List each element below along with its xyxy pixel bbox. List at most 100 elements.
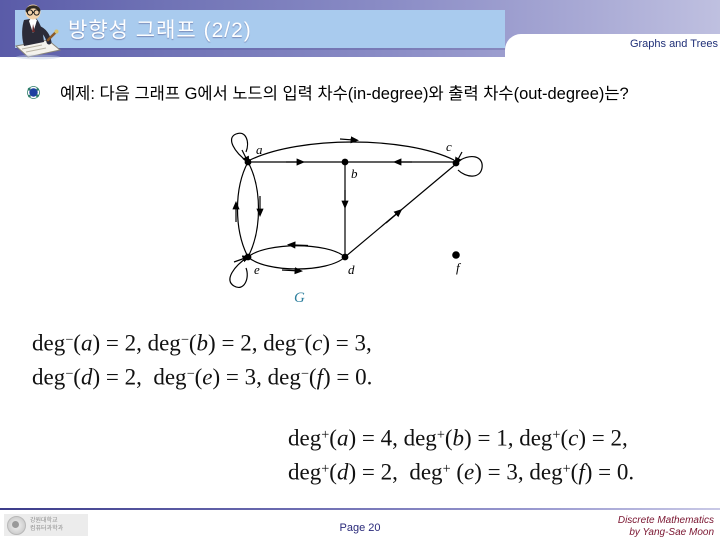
- indeg-b-arg: b: [196, 330, 209, 356]
- indeg-c-sup: −: [296, 332, 305, 348]
- presenter-writing-icon: [8, 2, 70, 60]
- outdeg-f-sep: .: [628, 459, 635, 485]
- indeg-f-fn: deg: [267, 364, 301, 390]
- out-degree-line-1: deg+(a) = 4, deg+(b) = 1, deg+(c) = 2,: [288, 425, 628, 451]
- outdeg-e-arg: e: [464, 459, 475, 485]
- footer-divider: [0, 508, 720, 510]
- indeg-a-sep: ,: [136, 330, 142, 356]
- outdeg-b-val: 1: [496, 425, 508, 451]
- outdeg-d-sep: ,: [392, 459, 398, 485]
- indeg-e-fn: deg: [153, 364, 187, 390]
- edge-d-to-c: [344, 163, 457, 258]
- outdeg-d-sup: +: [321, 460, 330, 477]
- course-credit: Discrete Mathematics by Yang-Sae Moon: [618, 515, 714, 539]
- indeg-c-val: 3: [354, 330, 367, 356]
- outdeg-b-eq: =: [477, 425, 491, 451]
- outdeg-e-val: 3: [506, 459, 518, 485]
- node-label-b: b: [351, 166, 358, 181]
- outdeg-b-arg: b: [452, 425, 465, 451]
- outdeg-d-arg: d: [336, 459, 349, 485]
- indeg-d-eq: =: [105, 364, 119, 390]
- node-c: [452, 159, 460, 167]
- outdeg-b-sep: ,: [507, 425, 514, 451]
- node-label-a: a: [256, 142, 263, 157]
- node-f: [452, 251, 460, 259]
- indeg-d-sep: ,: [136, 364, 142, 390]
- course-author: by Yang-Sae Moon: [629, 527, 714, 538]
- indeg-c-sep: ,: [366, 330, 372, 356]
- node-e: [244, 253, 252, 261]
- indeg-e-eq: =: [225, 364, 239, 390]
- indeg-b-fn: deg: [147, 330, 181, 356]
- node-label-d: d: [348, 262, 355, 277]
- outdeg-a-fn: deg: [288, 425, 322, 451]
- page-title: 방향성 그래프 (2/2): [68, 19, 252, 42]
- page-number: Page 20: [339, 522, 381, 534]
- indeg-e-arg: e: [202, 364, 213, 390]
- indeg-d-fn: deg: [32, 364, 66, 390]
- indeg-f-eq: =: [336, 364, 350, 390]
- indeg-e-val: 3: [244, 364, 257, 390]
- outdeg-c-eq: =: [591, 425, 605, 451]
- edge-d-to-e: [247, 241, 346, 258]
- indeg-a-fn: deg: [32, 330, 66, 356]
- outdeg-a-sep: ,: [392, 425, 398, 451]
- node-label-e: e: [254, 262, 260, 277]
- in-degree-line-2: deg−(d) = 2, deg−(e) = 3, deg−(f) = 0.: [32, 364, 373, 390]
- indeg-d-arg: d: [80, 364, 93, 390]
- indeg-e-sup: −: [186, 365, 195, 382]
- indeg-b-val: 2: [240, 330, 252, 356]
- edge-e-to-d: [247, 256, 346, 275]
- indeg-b-eq: =: [221, 330, 235, 356]
- outdeg-f-sup: +: [562, 460, 571, 477]
- indeg-f-val: 0: [355, 364, 367, 390]
- indeg-c-fn: deg: [263, 330, 297, 356]
- course-title: Discrete Mathematics: [617, 515, 714, 526]
- node-a: [244, 158, 252, 166]
- directed-graph-figure: a b c d e f G: [190, 126, 510, 311]
- indeg-a-eq: =: [105, 330, 119, 356]
- out-degree-line-2: deg+(d) = 2, deg+ (e) = 3, deg+(f) = 0.: [288, 459, 635, 485]
- indeg-d-sup: −: [65, 365, 74, 382]
- edge-a-self-loop: [231, 132, 250, 165]
- outdeg-c-fn: deg: [519, 425, 553, 451]
- indeg-a-arg: a: [80, 330, 93, 356]
- outdeg-e-sup: +: [442, 460, 451, 477]
- outdeg-d-val: 2: [380, 459, 393, 485]
- figure-caption: G: [294, 290, 305, 306]
- edge-a-to-e: [247, 161, 264, 258]
- outdeg-c-sup: +: [552, 427, 561, 443]
- outdeg-f-fn: deg: [529, 459, 563, 485]
- indeg-f-sep: .: [366, 364, 373, 390]
- node-b: [341, 158, 349, 166]
- example-question-text: 예제: 다음 그래프 G에서 노드의 입력 차수(in-degree)와 출력 …: [60, 85, 629, 103]
- slide-canvas: Graphs and Trees 방향성 그래프 (2/2) 예제: 다음 그래…: [0, 0, 720, 540]
- node-label-c: c: [446, 139, 452, 154]
- blue-diamond-bullet-icon: [27, 86, 40, 99]
- node-d: [341, 253, 349, 261]
- outdeg-e-sep: ,: [517, 459, 524, 485]
- indeg-c-eq: =: [335, 330, 349, 356]
- outdeg-a-arg: a: [336, 425, 349, 451]
- outdeg-b-fn: deg: [403, 425, 437, 451]
- indeg-a-val: 2: [124, 330, 137, 356]
- outdeg-f-val: 0: [616, 459, 629, 485]
- edge-e-to-a: [232, 161, 249, 258]
- outdeg-e-fn: deg: [409, 459, 443, 485]
- outdeg-b-sup: +: [436, 427, 445, 443]
- indeg-e-sep: ,: [256, 364, 262, 390]
- indeg-d-val: 2: [124, 364, 137, 390]
- outdeg-c-sep: ,: [622, 425, 628, 451]
- indeg-b-sep: ,: [251, 330, 258, 356]
- outdeg-a-val: 4: [380, 425, 393, 451]
- indeg-f-arg: f: [316, 364, 323, 390]
- indeg-b-sup: −: [180, 332, 189, 348]
- outdeg-f-arg: f: [578, 459, 585, 485]
- outdeg-a-eq: =: [361, 425, 375, 451]
- in-degree-line-1: deg−(a) = 2, deg−(b) = 2, deg−(c) = 3,: [32, 330, 372, 356]
- indeg-c-arg: c: [312, 330, 323, 356]
- in-degree-formula: deg−(a) = 2, deg−(b) = 2, deg−(c) = 3, d…: [32, 325, 372, 392]
- outdeg-c-arg: c: [568, 425, 579, 451]
- outdeg-d-fn: deg: [288, 459, 322, 485]
- out-degree-formula: deg+(a) = 4, deg+(b) = 1, deg+(c) = 2, d…: [288, 420, 634, 487]
